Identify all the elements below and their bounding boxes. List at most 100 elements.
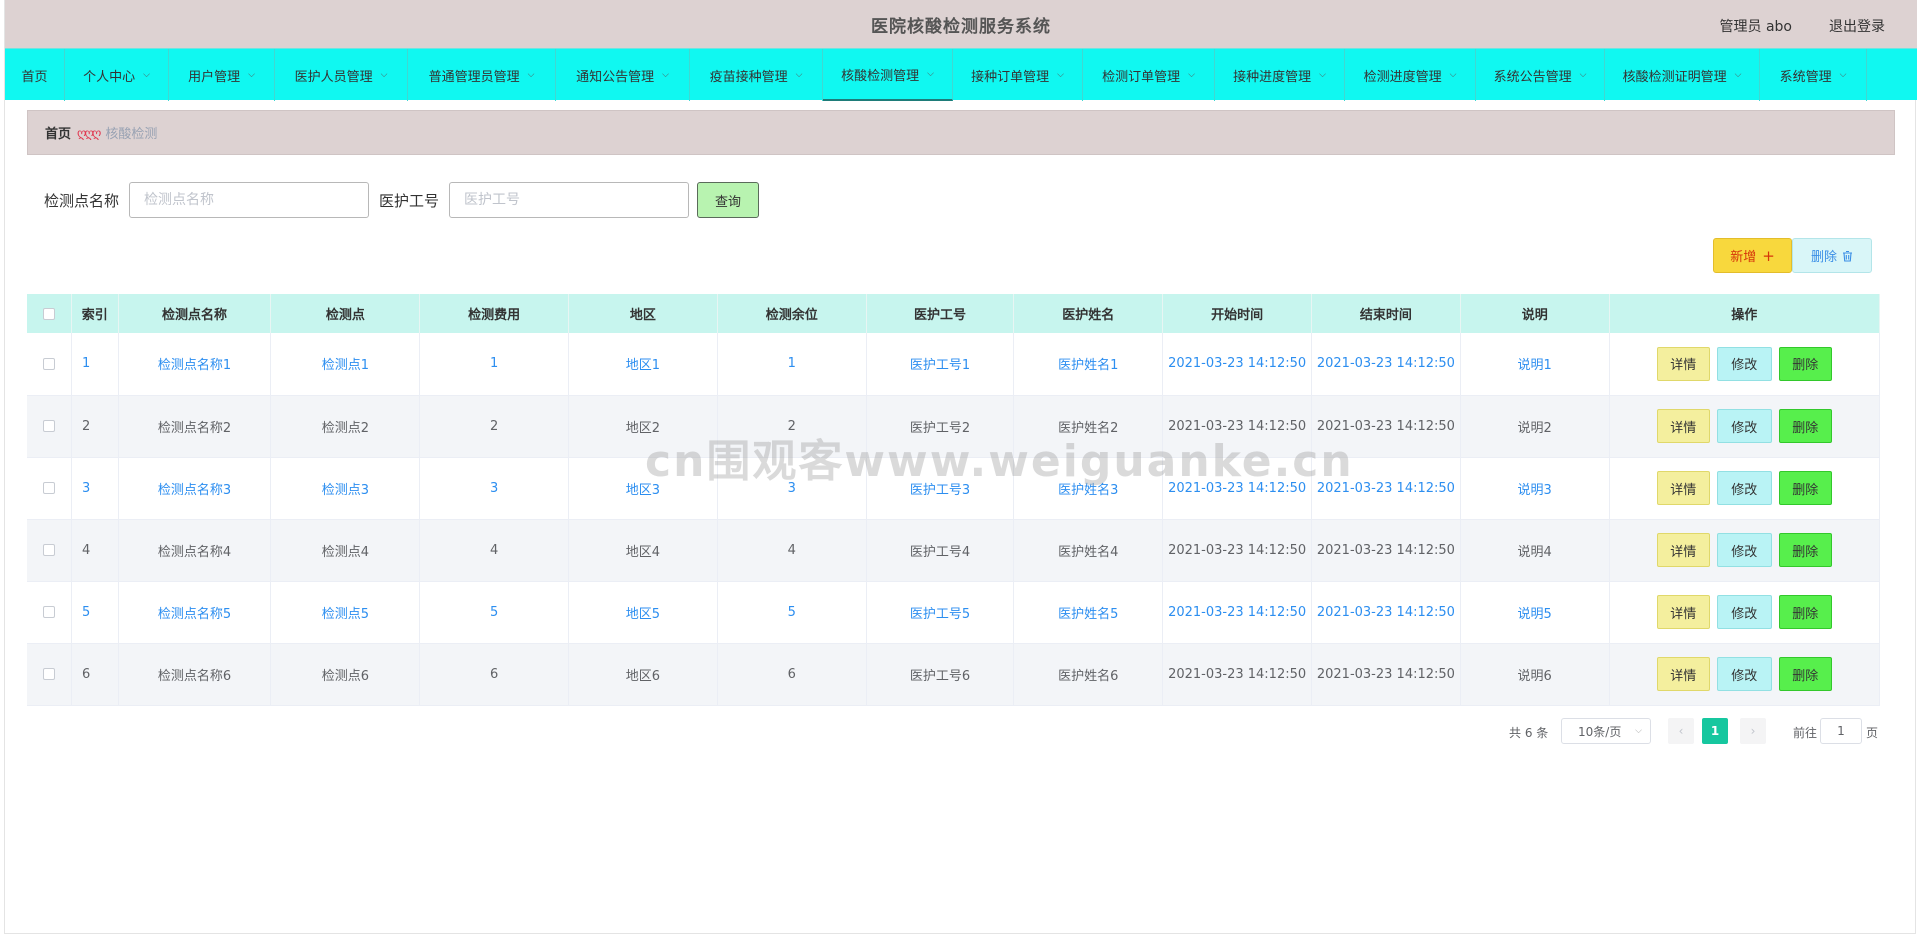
cell-staff-id: 医护工号1: [866, 333, 1015, 396]
detail-button[interactable]: 详情: [1656, 533, 1710, 567]
delete-button[interactable]: 删除: [1778, 409, 1832, 443]
cell-start: 2021-03-23 14:12:50: [1162, 643, 1312, 706]
edit-button[interactable]: 修改: [1716, 595, 1772, 629]
nav-item[interactable]: 接种进度管理 ⌵: [1215, 49, 1345, 101]
delete-button[interactable]: 删除: [1778, 471, 1832, 505]
delete-button[interactable]: 删除: [1778, 657, 1832, 691]
row-actions-cell: 详情 修改 删除: [1609, 333, 1881, 396]
cell-end: 2021-03-23 14:12:50: [1311, 643, 1461, 706]
row-actions-cell: 详情 修改 删除: [1609, 581, 1881, 644]
batch-delete-button[interactable]: 删除: [1792, 238, 1872, 273]
nav-item-label: 首页: [21, 69, 48, 85]
detail-button[interactable]: 详情: [1656, 657, 1710, 691]
cell-remaining: 6: [717, 643, 867, 706]
delete-button[interactable]: 删除: [1778, 346, 1832, 381]
cell-region: 地区1: [568, 333, 718, 396]
row-actions: 详情 修改 删除: [1610, 346, 1879, 381]
breadcrumb: 首页 ღღღ 核酸检测: [27, 110, 1895, 155]
cell-end: 2021-03-23 14:12:50: [1311, 395, 1461, 458]
page-size-select[interactable]: 10条/页 ⌵: [1561, 718, 1651, 744]
delete-button[interactable]: 删除: [1778, 595, 1832, 629]
logout-button[interactable]: 退出登录: [1829, 16, 1885, 36]
query-button[interactable]: 查询: [697, 182, 760, 218]
add-button-label: 新增: [1730, 250, 1757, 265]
page-size-value: 10条/页: [1578, 724, 1622, 739]
row-checkbox[interactable]: [43, 420, 56, 432]
add-button[interactable]: 新增 +: [1713, 238, 1792, 273]
select-all-header: [27, 294, 73, 333]
cell-staff-id: 医护工号3: [866, 457, 1015, 520]
row-checkbox[interactable]: [43, 357, 56, 370]
nav-item[interactable]: 检测进度管理 ⌵: [1345, 49, 1476, 101]
cell-name: 检测点名称1: [118, 333, 272, 396]
nav-item[interactable]: 检测订单管理 ⌵: [1083, 49, 1215, 101]
col-header: 说明: [1460, 294, 1610, 333]
current-user: 管理员 abo: [1719, 19, 1792, 35]
edit-button[interactable]: 修改: [1716, 533, 1772, 567]
edit-button[interactable]: 修改: [1716, 471, 1772, 505]
table-row: 6 检测点名称6 检测点6 6 地区6 6 医护工号6 医护姓名6 2021-03-23 14:…: [27, 643, 1881, 706]
detail-button[interactable]: 详情: [1656, 409, 1710, 443]
nav-item[interactable]: 核酸检测证明管理 ⌵: [1605, 49, 1760, 101]
chevron-down-icon: ⌵: [1449, 70, 1457, 80]
row-checkbox[interactable]: [43, 668, 56, 680]
nav-item-label: 系统公告管理: [1493, 69, 1572, 85]
delete-button[interactable]: 删除: [1778, 533, 1832, 567]
staff-id-input[interactable]: [449, 182, 690, 218]
main-nav: 首页 个人中心 ⌵ 用户管理 ⌵ 医护人员管理 ⌵ 普通管理员管理 ⌵ 通知公告管理 ⌵ 疫苗接种管理…: [5, 48, 1917, 101]
edit-button[interactable]: 修改: [1716, 409, 1772, 443]
nav-item[interactable]: 首页: [5, 49, 65, 101]
cell-index: 2: [71, 395, 119, 458]
prev-page-button[interactable]: ‹: [1668, 718, 1694, 744]
detail-button[interactable]: 详情: [1656, 595, 1710, 629]
cell-note: 说明3: [1460, 457, 1610, 520]
row-checkbox[interactable]: [43, 544, 56, 556]
chevron-down-icon: ⌵: [1579, 70, 1587, 80]
col-header: 检测点: [270, 294, 421, 333]
nav-item[interactable]: 医护人员管理 ⌵: [275, 49, 408, 101]
goto-page-input[interactable]: 1: [1820, 718, 1862, 744]
nav-item[interactable]: 个人中心 ⌵: [65, 49, 169, 101]
cell-staff-name: 医护姓名5: [1013, 581, 1164, 644]
edit-button[interactable]: 修改: [1716, 657, 1772, 691]
nav-item-label: 核酸检测证明管理: [1622, 69, 1727, 85]
breadcrumb-home[interactable]: 首页: [45, 123, 71, 142]
nav-item[interactable]: 疫苗接种管理 ⌵: [690, 49, 823, 101]
cell-remaining: 1: [717, 333, 867, 396]
cell-start: 2021-03-23 14:12:50: [1162, 457, 1312, 520]
cell-region: 地区2: [568, 395, 718, 458]
chevron-down-icon: ⌵: [380, 70, 388, 80]
detail-button[interactable]: 详情: [1656, 346, 1710, 381]
cell-start: 2021-03-23 14:12:50: [1162, 333, 1312, 396]
col-header: 结束时间: [1311, 294, 1461, 333]
cell-point: 检测点6: [270, 643, 421, 706]
nav-item[interactable]: 接种订单管理 ⌵: [953, 49, 1083, 101]
edit-button[interactable]: 修改: [1716, 346, 1772, 381]
nav-item[interactable]: 系统管理 ⌵: [1760, 49, 1867, 101]
current-page-button[interactable]: 1: [1702, 718, 1728, 744]
cell-index: 4: [71, 519, 119, 582]
cell-note: 说明4: [1460, 519, 1610, 582]
select-all-checkbox[interactable]: [43, 307, 56, 320]
cell-staff-name: 医护姓名2: [1013, 395, 1164, 458]
nav-item[interactable]: 系统公告管理 ⌵: [1476, 49, 1605, 101]
nav-item[interactable]: 普通管理员管理 ⌵: [408, 49, 556, 101]
nav-item[interactable]: 用户管理 ⌵: [169, 49, 275, 101]
batch-delete-label: 删除: [1810, 250, 1837, 265]
chevron-down-icon: ⌵: [527, 70, 535, 80]
row-select-cell: [27, 457, 73, 520]
table-row: 5 检测点名称5 检测点5 5 地区5 5 医护工号5 医护姓名5 2021-03-23 14:…: [27, 581, 1881, 644]
row-checkbox[interactable]: [43, 606, 56, 618]
goto-label: 前往: [1793, 726, 1818, 740]
next-page-button[interactable]: ›: [1740, 718, 1766, 744]
detail-button[interactable]: 详情: [1656, 471, 1710, 505]
test-point-name-input[interactable]: [129, 182, 370, 218]
cell-name: 检测点名称2: [118, 395, 272, 458]
nav-item[interactable]: 通知公告管理 ⌵: [556, 49, 690, 101]
nav-item-label: 检测进度管理: [1363, 69, 1442, 85]
nav-item[interactable]: 核酸检测管理 ⌵: [823, 49, 953, 101]
row-actions: 详情 修改 删除: [1610, 657, 1879, 691]
row-checkbox[interactable]: [43, 482, 56, 494]
search-label-staff-id: 医护工号: [379, 191, 440, 210]
cell-point: 检测点5: [270, 581, 421, 644]
